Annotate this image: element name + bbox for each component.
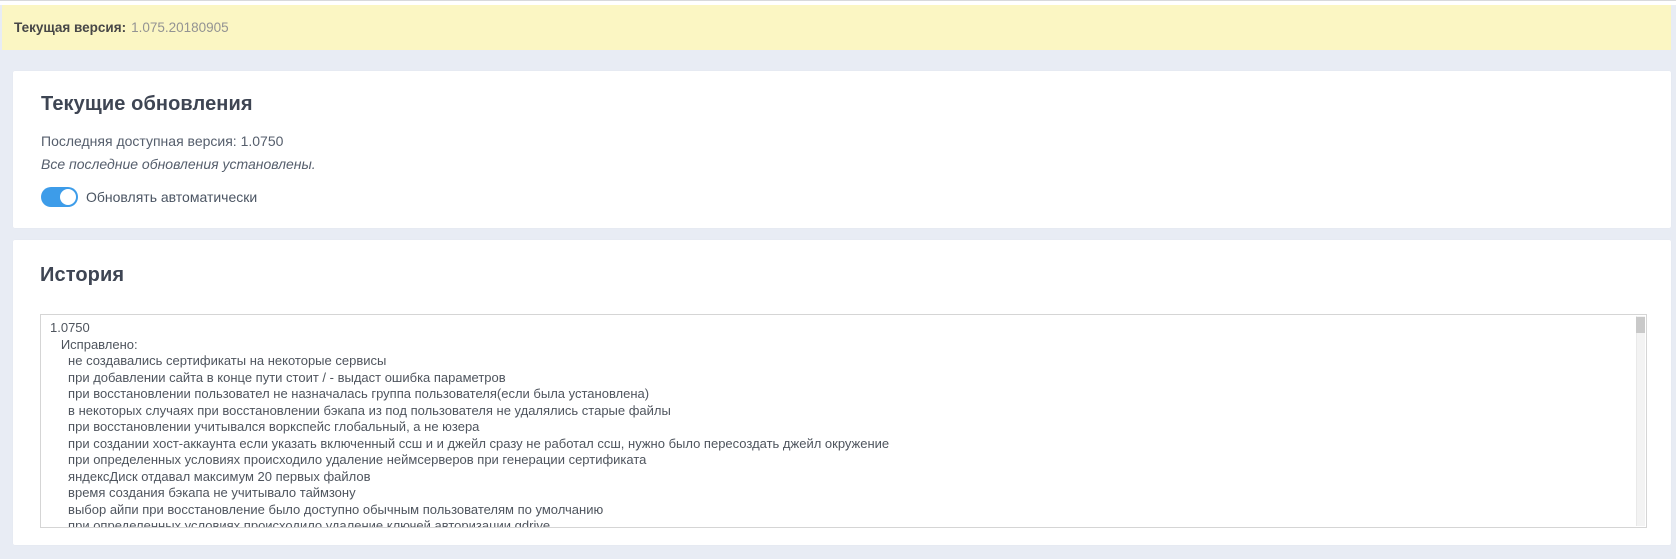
auto-update-toggle[interactable] xyxy=(41,187,78,207)
changelog-scrollbar-track[interactable] xyxy=(1636,316,1645,526)
current-updates-card: Текущие обновления Последняя доступная в… xyxy=(13,71,1671,228)
auto-update-label: Обновлять автоматически xyxy=(86,189,257,205)
latest-version-value: 1.0750 xyxy=(241,133,284,149)
changelog-scrollbar-thumb[interactable] xyxy=(1636,317,1645,333)
current-version-value: 1.075.20180905 xyxy=(131,20,229,35)
history-card: История 1.0750 Исправлено: не создавалис… xyxy=(13,240,1671,545)
updates-status-text: Все последние обновления установлены. xyxy=(41,156,1643,172)
toggle-knob-icon xyxy=(60,189,76,205)
changelog-box[interactable]: 1.0750 Исправлено: не создавались сертиф… xyxy=(40,314,1647,528)
current-updates-title: Текущие обновления xyxy=(41,93,1643,116)
history-title: История xyxy=(40,264,1647,287)
auto-update-row: Обновлять автоматически xyxy=(41,187,1643,207)
current-version-banner: Текущая версия: 1.075.20180905 xyxy=(2,5,1671,50)
changelog-text: 1.0750 Исправлено: не создавались сертиф… xyxy=(41,315,1646,527)
latest-version-label: Последняя доступная версия: xyxy=(41,133,237,149)
current-version-label: Текущая версия: xyxy=(14,20,126,35)
latest-version-line: Последняя доступная версия: 1.0750 xyxy=(41,133,1643,149)
